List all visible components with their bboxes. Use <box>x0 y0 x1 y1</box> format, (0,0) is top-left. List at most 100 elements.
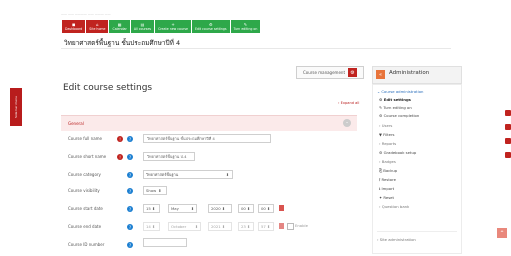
end-month-select[interactable]: October ⬍ <box>168 222 201 231</box>
start-hour-value: 00 <box>241 206 246 211</box>
admin-users[interactable]: › Users <box>379 123 392 128</box>
end-year-select[interactable]: 2021 ⬍ <box>208 222 232 231</box>
admin-course-administration[interactable]: ⌄ Course administration <box>377 89 423 94</box>
end-minute-value: 57 <box>261 224 266 229</box>
help-icon[interactable]: ? <box>127 172 133 178</box>
calendar-icon[interactable] <box>279 205 284 211</box>
end-day-select[interactable]: 14 ⬍ <box>143 222 160 231</box>
admin-restore[interactable]: ⭱ Restore <box>379 177 396 184</box>
help-icon[interactable]: ? <box>127 154 133 160</box>
admin-backup[interactable]: ⎘ Backup <box>379 168 397 173</box>
visibility-value: Show <box>146 188 157 193</box>
admin-badges[interactable]: › Badges <box>379 159 396 164</box>
end-hour-select[interactable]: 23 ⬍ <box>238 222 254 231</box>
course-title: วิทยาศาสตร์พื้นฐาน ชั้นประถมศึกษาปีที่ 4 <box>64 39 181 47</box>
dashboard-label: Dashboard <box>65 26 83 31</box>
start-year-select[interactable]: 2020 ⬍ <box>208 204 232 213</box>
right-edge-icon[interactable] <box>505 124 511 130</box>
end-day-value: 14 <box>146 224 151 229</box>
admin-divider <box>377 231 457 232</box>
calendar-button[interactable]: ▦ Calendar <box>109 20 130 33</box>
category-select[interactable]: วิทยาศาสตร์พื้นฐาน ⬍ <box>143 170 233 179</box>
admin-site-administration[interactable]: › Site administration <box>377 237 416 242</box>
admin-turn-editing-on[interactable]: ✎ Turn editing on <box>379 105 412 110</box>
full-name-input[interactable]: วิทยาศาสตร์พื้นฐาน ชั้นประถมศึกษาปีที่ 4 <box>143 134 271 143</box>
admin-course-completion[interactable]: ⚙ Course completion <box>379 113 419 118</box>
administration-block: ⌄ Course administration ⚙ Edit settings … <box>372 84 462 254</box>
course-management-label: Course management <box>302 70 346 75</box>
edit-course-settings-button[interactable]: ⚙ Edit course settings <box>191 20 230 33</box>
create-course-button[interactable]: + Create new course <box>155 20 191 33</box>
start-month-select[interactable]: May ⬍ <box>168 204 197 213</box>
category-value: วิทยาศาสตร์พื้นฐาน <box>146 171 179 177</box>
dashboard-button[interactable]: ◼ Dashboard <box>62 20 86 33</box>
calendar-label: Calendar <box>112 26 127 31</box>
left-sidebar: Side bar menu <box>0 0 23 256</box>
site-home-button[interactable]: ⌂ Site home <box>86 20 109 33</box>
chevron-down-icon: ⬍ <box>158 188 162 193</box>
start-year-value: 2020 <box>211 206 221 211</box>
administration-title: Administration <box>389 70 430 76</box>
right-edge-icon[interactable] <box>505 152 511 158</box>
end-month-value: October <box>171 224 187 229</box>
turn-editing-on-button[interactable]: ✎ Turn editing on <box>230 20 261 33</box>
end-hour-value: 23 <box>241 224 246 229</box>
enable-checkbox[interactable] <box>287 223 294 230</box>
administration-header: « Administration <box>372 66 462 84</box>
visibility-select[interactable]: Show ⬍ <box>143 186 167 195</box>
help-icon[interactable]: ? <box>127 224 133 230</box>
category-label: Course category <box>68 172 101 177</box>
divider <box>61 48 451 49</box>
gear-icon[interactable]: ⚙ <box>348 68 357 77</box>
required-icon: ! <box>117 154 123 160</box>
admin-reports[interactable]: › Reports <box>379 141 396 146</box>
end-date-label: Course end date <box>68 224 102 229</box>
right-edge-icon[interactable] <box>505 138 511 144</box>
short-name-input[interactable]: วิทยาศาสตร์พื้นฐาน ป.4 <box>143 152 195 161</box>
all-courses-button[interactable]: ▤ All courses <box>130 20 155 33</box>
scroll-to-top-button[interactable]: ⌃ <box>497 228 507 238</box>
admin-collapse-icon[interactable]: « <box>376 70 385 79</box>
general-label: General <box>68 121 84 126</box>
visibility-label: Course visibility <box>68 188 100 193</box>
start-date-label: Course start date <box>68 206 103 211</box>
admin-gradebook-setup[interactable]: ⚙ Gradebook setup <box>379 150 416 155</box>
create-course-label: Create new course <box>158 26 188 31</box>
help-icon[interactable]: ? <box>127 188 133 194</box>
expand-all-link[interactable]: › Expand all <box>338 101 359 105</box>
general-section-header[interactable]: General ⌃ <box>61 115 357 131</box>
start-minute-value: 00 <box>261 206 266 211</box>
end-year-value: 2021 <box>211 224 221 229</box>
admin-import[interactable]: ⭳ Import <box>379 186 394 193</box>
start-hour-select[interactable]: 00 ⬍ <box>238 204 254 213</box>
id-number-input[interactable] <box>143 238 187 247</box>
breadcrumb: —— —— ———— —— ——— —— <box>61 12 111 16</box>
site-home-label: Site home <box>89 26 106 31</box>
help-icon[interactable]: ? <box>127 242 133 248</box>
end-minute-select[interactable]: 57 ⬍ <box>258 222 274 231</box>
start-month-value: May <box>171 206 179 211</box>
right-edge-icon[interactable] <box>505 110 511 116</box>
admin-reset[interactable]: ✦ Reset <box>379 195 394 200</box>
page-title: Edit course settings <box>63 83 153 93</box>
start-day-select[interactable]: 15 ⬍ <box>143 204 160 213</box>
required-icon: ! <box>117 136 123 142</box>
sidebar-toggle-tab[interactable]: Side bar menu <box>10 88 22 126</box>
short-name-label: Course short name <box>68 154 107 159</box>
full-name-label: Course full name <box>68 136 103 141</box>
enable-label: Enable <box>295 223 308 228</box>
id-number-label: Course ID number <box>68 242 105 247</box>
edit-course-settings-label: Edit course settings <box>194 26 227 31</box>
admin-edit-settings[interactable]: ⚙ Edit settings <box>379 97 411 102</box>
start-minute-select[interactable]: 00 ⬍ <box>258 204 274 213</box>
nav-button-row: ◼ Dashboard ⌂ Site home ▦ Calendar ▤ All cou… <box>62 20 261 33</box>
all-courses-label: All courses <box>133 26 152 31</box>
calendar-icon[interactable] <box>279 223 284 229</box>
turn-editing-on-label: Turn editing on <box>233 26 258 31</box>
help-icon[interactable]: ? <box>127 206 133 212</box>
admin-question-bank[interactable]: › Question bank <box>379 204 409 209</box>
chevron-down-icon: ⬍ <box>225 172 229 177</box>
help-icon[interactable]: ? <box>127 136 133 142</box>
collapse-icon[interactable]: ⌃ <box>343 119 351 127</box>
admin-filters[interactable]: ▼ Filters <box>379 132 395 137</box>
